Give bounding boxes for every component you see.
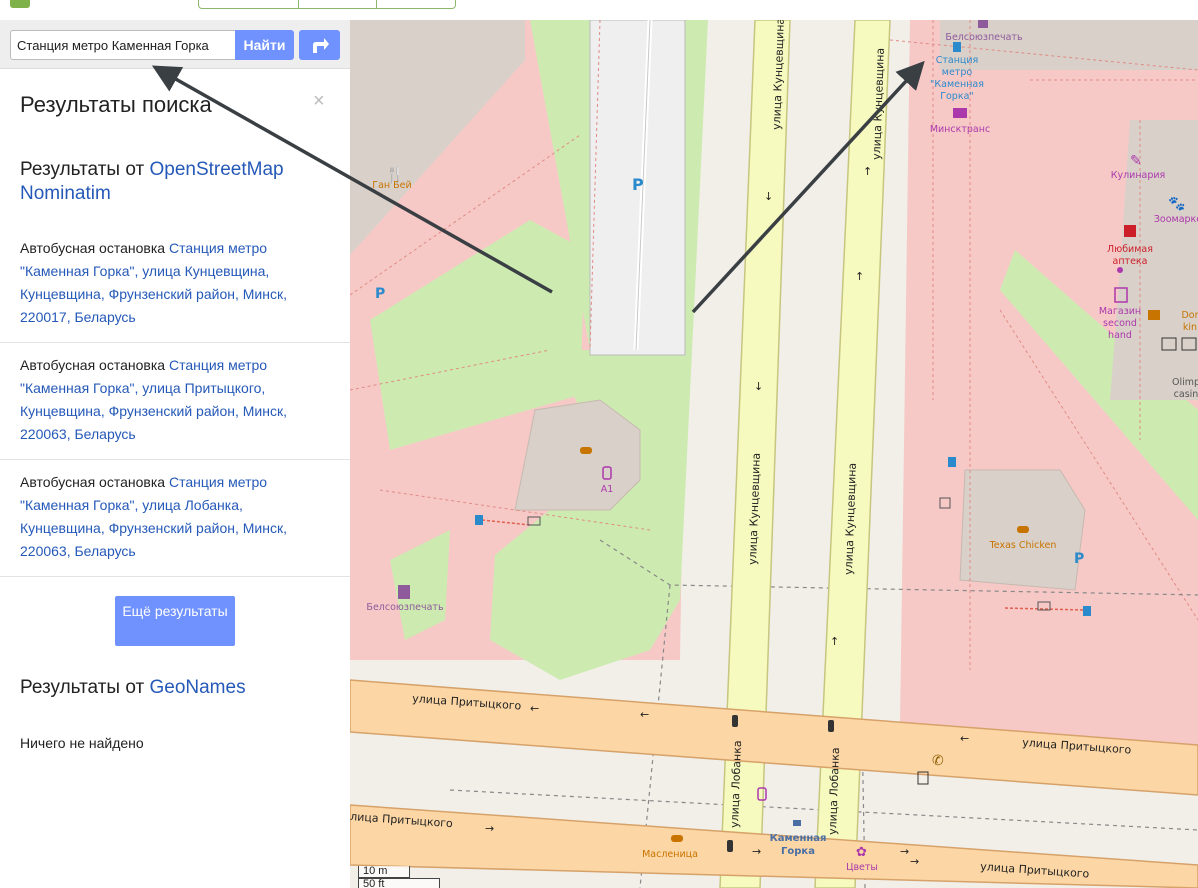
directions-button[interactable] — [299, 30, 340, 60]
poi-label: casin — [1174, 389, 1198, 400]
traffic-signal-icon — [732, 715, 738, 727]
oneway-arrow: ← — [640, 708, 649, 721]
search-button[interactable]: Найти — [235, 30, 294, 60]
poi-label: Магазин — [1099, 306, 1141, 317]
results-title: Результаты поиска — [20, 92, 212, 117]
poi-label: Olimp — [1172, 377, 1198, 388]
oneway-arrow: ↑ — [855, 270, 864, 283]
shop-dot-icon — [1117, 267, 1123, 273]
fastfood-icon — [1017, 526, 1029, 533]
bicycle-parking-icon: P — [1074, 551, 1084, 567]
bus-stop-icon — [953, 42, 961, 52]
close-icon[interactable]: × — [313, 90, 325, 113]
telephone-icon: ✆ — [932, 753, 944, 769]
sidebar: Найти Результаты поиска × Результаты от … — [0, 20, 350, 888]
osm-heading-prefix: Результаты от — [20, 159, 150, 180]
florist-icon: ✿ — [856, 845, 867, 860]
nav-tab-history[interactable] — [377, 0, 455, 8]
cafe-icon — [1148, 310, 1160, 320]
scale-imperial: 50 ft — [358, 878, 440, 888]
map-canvas[interactable]: ↓ ↓ ↑ ↑ ↑ ← ← ← → → → → 🍴 P P ✎ 🐾 P ✆ ✿ … — [350, 20, 1198, 888]
result-item: Автобусная остановка Станция метро "Каме… — [0, 237, 350, 329]
poi-label: Цветы — [846, 862, 878, 873]
traffic-signal-icon — [828, 720, 834, 732]
result-divider — [0, 576, 350, 577]
newsstand-icon — [978, 20, 988, 28]
geonames-results-heading: Результаты от GeoNames — [20, 676, 246, 700]
office-icon — [953, 108, 967, 118]
osm-results-heading: Результаты от OpenStreetMap Nominatim — [20, 158, 330, 206]
poi-label: Ган Бей — [372, 180, 411, 191]
poi-label: "Каменная — [930, 79, 984, 90]
fastfood-icon — [671, 835, 683, 842]
poi-label: Станция — [936, 55, 979, 66]
result-item: Автобусная остановка Станция метро "Каме… — [0, 354, 350, 446]
oneway-arrow: ← — [960, 732, 969, 745]
poi-label: Масленица — [642, 849, 698, 860]
bus-stop-icon — [793, 820, 801, 826]
poi-label: hand — [1108, 330, 1132, 341]
oneway-arrow: ↓ — [754, 380, 763, 393]
geonames-heading-prefix: Результаты от — [20, 677, 150, 698]
result-divider — [0, 342, 350, 343]
oneway-arrow: ↑ — [863, 165, 872, 178]
poi-label: Dor — [1181, 310, 1198, 321]
logo-icon[interactable] — [10, 0, 30, 8]
oneway-arrow: → — [910, 855, 919, 868]
fastfood-icon — [580, 447, 592, 454]
nav-tab-edit[interactable] — [199, 0, 299, 8]
result-type: Автобусная остановка — [20, 474, 166, 490]
scale-bar: 10 m 50 ft — [358, 866, 440, 888]
oneway-arrow: ↓ — [764, 190, 773, 203]
scale-metric: 10 m — [358, 866, 410, 878]
map-svg: ↓ ↓ ↑ ↑ ↑ ← ← ← → → → → 🍴 P P ✎ 🐾 P ✆ ✿ … — [350, 20, 1198, 888]
poi-label: Горка" — [940, 91, 974, 102]
poi-label: метро — [942, 67, 973, 78]
oneway-arrow: → — [752, 845, 761, 858]
newsstand-icon — [398, 585, 410, 599]
poi-label: kin — [1183, 322, 1197, 333]
pharmacy-icon — [1124, 225, 1136, 237]
poi-label: Любимая — [1107, 244, 1153, 255]
poi-label: Кулинария — [1111, 170, 1166, 181]
poi-label: Белсоюзпечать — [366, 602, 444, 613]
search-input[interactable] — [10, 30, 236, 60]
pet-shop-icon: 🐾 — [1168, 196, 1185, 212]
oneway-arrow: ← — [530, 702, 539, 715]
geonames-heading-link[interactable]: GeoNames — [149, 677, 245, 698]
bakery-icon: ✎ — [1130, 153, 1142, 169]
entrance-icon — [948, 457, 956, 467]
place-label: Горка — [781, 846, 815, 857]
poi-label: Минсктранс — [930, 124, 990, 135]
result-type: Автобусная остановка — [20, 240, 166, 256]
poi-label: А1 — [601, 484, 614, 495]
result-item: Автобусная остановка Станция метро "Каме… — [0, 471, 350, 563]
more-results-button[interactable]: Ещё результаты — [115, 596, 235, 646]
oneway-arrow: → — [900, 845, 909, 858]
oneway-arrow: → — [485, 822, 494, 835]
top-header — [0, 0, 1198, 20]
poi-label: аптека — [1113, 256, 1148, 267]
parking-icon: P — [632, 175, 644, 194]
directions-icon — [312, 38, 329, 53]
traffic-signal-icon — [727, 840, 733, 852]
result-divider — [0, 459, 350, 460]
result-type: Автобусная остановка — [20, 357, 166, 373]
header-nav — [198, 0, 456, 9]
oneway-arrow: ↑ — [830, 635, 839, 648]
poi-label: Texas Chicken — [989, 540, 1057, 551]
entrance-icon — [475, 515, 483, 525]
search-bar: Найти — [0, 20, 350, 69]
poi-label: Белсоюзпечать — [945, 32, 1023, 43]
nav-tab-dropdown[interactable] — [299, 0, 377, 8]
geonames-empty-text: Ничего не найдено — [20, 735, 144, 751]
poi-label: Зоомарке — [1154, 214, 1198, 225]
entrance-icon — [1083, 606, 1091, 616]
bicycle-parking-icon: P — [375, 286, 385, 302]
building-round — [514, 399, 641, 511]
place-label: Каменная — [770, 833, 827, 844]
poi-label: second — [1103, 318, 1137, 329]
